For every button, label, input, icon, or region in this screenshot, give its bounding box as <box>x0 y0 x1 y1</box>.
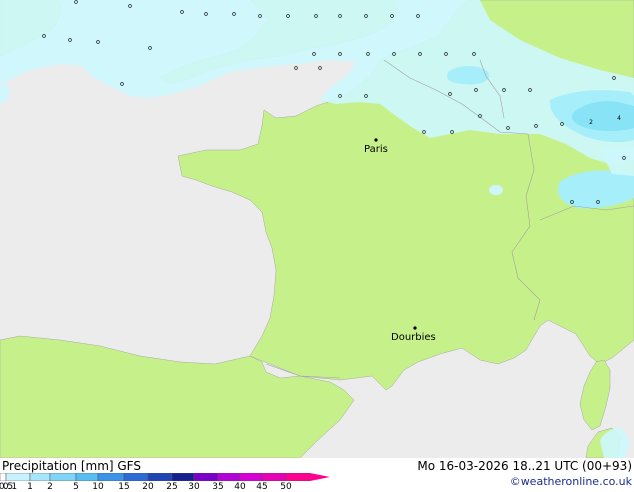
precip-value-label: 2 <box>589 119 593 126</box>
legend-tick: 0.5 <box>0 482 14 492</box>
city-marker-paris <box>374 138 378 142</box>
legend-tick-labels: 0.1 0.5 1 2 5 10 15 20 25 30 35 40 45 50 <box>0 482 330 492</box>
map-viewer: 2 4 Paris Dourbies Precipitation [mm] GF… <box>0 0 634 492</box>
legend-tick: 30 <box>188 482 200 492</box>
legend-swatch <box>147 473 173 481</box>
legend-arrow <box>310 473 330 481</box>
legend-tick: 1 <box>27 482 33 492</box>
legend-swatch <box>5 473 31 481</box>
credit-link[interactable]: ©weatheronline.co.uk <box>510 475 632 488</box>
legend-swatch <box>97 473 125 481</box>
precip-area-spot <box>489 185 503 195</box>
legend-tick: 15 <box>118 482 130 492</box>
legend-tick: 25 <box>166 482 178 492</box>
legend-swatch <box>217 473 241 481</box>
legend-swatch <box>123 473 149 481</box>
legend-swatch <box>285 473 311 481</box>
legend-swatch <box>239 473 263 481</box>
legend-swatch <box>49 473 77 481</box>
precip-value-label: 4 <box>617 115 621 122</box>
legend-swatch <box>261 473 287 481</box>
legend-swatch <box>29 473 51 481</box>
city-marker-dourbies <box>413 326 417 330</box>
legend-swatch <box>171 473 195 481</box>
city-label-dourbies: Dourbies <box>391 332 436 343</box>
legend-tick: 10 <box>92 482 104 492</box>
legend-tick: 45 <box>256 482 268 492</box>
run-info: Mo 16-03-2026 18..21 UTC (00+93) <box>417 459 632 473</box>
legend-swatch <box>75 473 99 481</box>
city-label-paris: Paris <box>364 144 388 155</box>
legend-swatch <box>193 473 219 481</box>
legend-tick: 40 <box>234 482 246 492</box>
legend-tick: 35 <box>212 482 224 492</box>
legend-color-bar <box>0 473 330 481</box>
precipitation-map[interactable]: 2 4 Paris Dourbies <box>0 0 634 458</box>
legend-tick: 5 <box>73 482 79 492</box>
legend-swatch <box>0 473 7 481</box>
legend-tick: 2 <box>47 482 53 492</box>
map-footer: Precipitation [mm] GFS 0.1 0.5 1 2 5 10 15 20 25… <box>0 458 634 492</box>
legend-tick: 20 <box>142 482 154 492</box>
legend-tick: 50 <box>280 482 292 492</box>
legend-title: Precipitation [mm] GFS <box>2 459 141 473</box>
